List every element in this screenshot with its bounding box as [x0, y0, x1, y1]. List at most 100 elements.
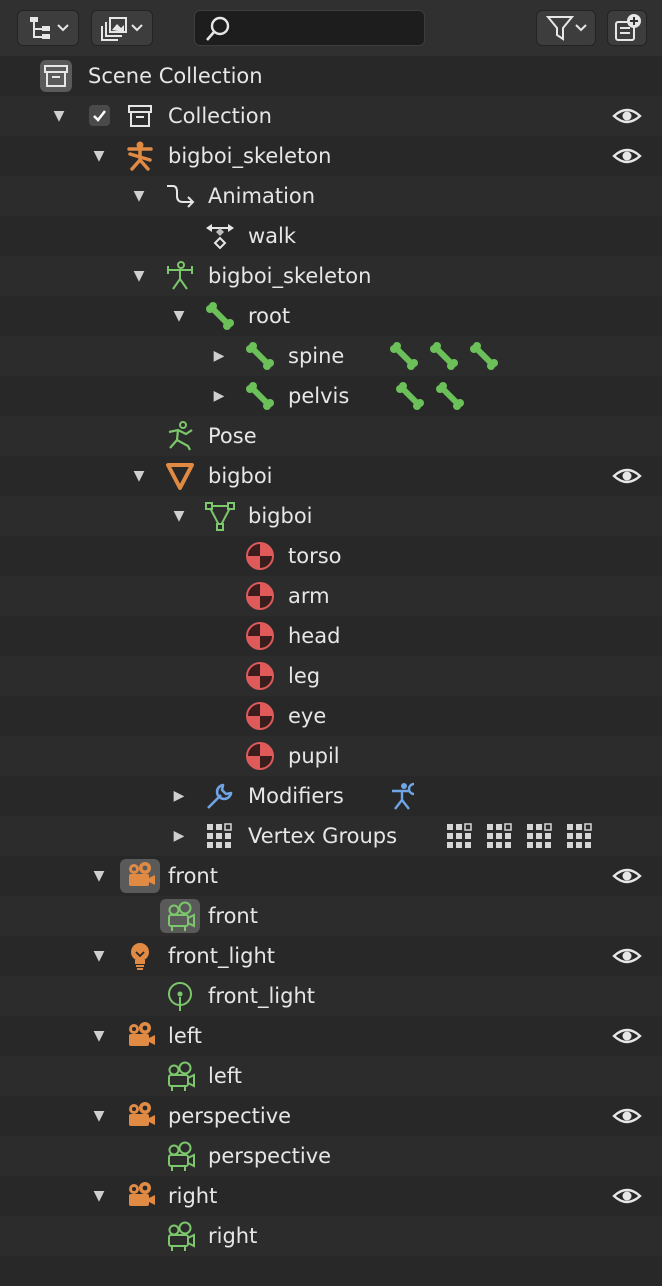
mesh-object-label: bigboi: [208, 464, 273, 488]
bone-row-root[interactable]: ▼ root: [0, 296, 662, 336]
eye-icon[interactable]: [612, 862, 642, 890]
camera-data-icon: [164, 1060, 196, 1092]
material-label: arm: [288, 584, 330, 608]
display-mode-dropdown[interactable]: [17, 10, 79, 46]
bone-label: root: [248, 304, 291, 328]
armature-modifier-icon[interactable]: [388, 780, 420, 812]
collapse-triangle-icon[interactable]: ▼: [89, 1016, 109, 1056]
collapse-triangle-icon[interactable]: ▼: [129, 176, 149, 216]
collapse-triangle-icon[interactable]: ▼: [89, 1176, 109, 1216]
collapse-triangle-icon[interactable]: ▼: [129, 256, 149, 296]
collapse-triangle-icon[interactable]: ▼: [49, 96, 69, 136]
material-row[interactable]: leg: [0, 656, 662, 696]
bone-row-spine[interactable]: ▶ spine: [0, 336, 662, 376]
material-row[interactable]: arm: [0, 576, 662, 616]
bone-row-pelvis[interactable]: ▶ pelvis: [0, 376, 662, 416]
collection-row[interactable]: ▼ Collection: [0, 96, 662, 136]
action-row[interactable]: walk: [0, 216, 662, 256]
scene-collection-row[interactable]: Scene Collection: [0, 56, 662, 96]
expand-triangle-icon[interactable]: ▶: [209, 336, 229, 376]
collapse-triangle-icon[interactable]: ▼: [129, 456, 149, 496]
collapse-triangle-icon[interactable]: ▼: [169, 296, 189, 336]
camera-object-label: right: [168, 1184, 218, 1208]
camera-object-icon: [120, 859, 160, 893]
collapse-triangle-icon[interactable]: ▼: [89, 136, 109, 176]
camera-data-row-front[interactable]: front: [0, 896, 662, 936]
camera-data-icon: [164, 1220, 196, 1252]
search-input[interactable]: [194, 10, 425, 46]
camera-data-row-right[interactable]: right: [0, 1216, 662, 1256]
new-collection-button[interactable]: [607, 10, 647, 46]
light-object-icon: [124, 940, 156, 972]
mesh-object-icon: [164, 460, 196, 492]
eye-icon[interactable]: [612, 1022, 642, 1050]
light-data-row[interactable]: front_light: [0, 976, 662, 1016]
camera-data-icon: [160, 899, 200, 933]
vertex-groups-row[interactable]: ▶ Vertex Groups: [0, 816, 662, 856]
outliner-display-mode-icon: [30, 17, 69, 39]
expand-triangle-icon[interactable]: ▶: [209, 376, 229, 416]
camera-data-row-left[interactable]: left: [0, 1056, 662, 1096]
eye-icon[interactable]: [612, 102, 642, 130]
filter-dropdown[interactable]: [536, 10, 596, 46]
expand-triangle-icon[interactable]: ▶: [169, 816, 189, 856]
material-icon: [244, 620, 276, 652]
bone-icon[interactable]: [468, 340, 500, 372]
eye-icon[interactable]: [612, 1102, 642, 1130]
material-icon: [244, 740, 276, 772]
image-stack-icon: [101, 17, 143, 41]
mesh-data-row[interactable]: ▼ bigboi: [0, 496, 662, 536]
action-label: walk: [248, 224, 297, 248]
collapse-triangle-icon[interactable]: ▼: [89, 856, 109, 896]
camera-object-icon: [124, 1180, 156, 1212]
material-label: torso: [288, 544, 342, 568]
filter-data-dropdown[interactable]: [91, 10, 153, 46]
material-row[interactable]: pupil: [0, 736, 662, 776]
vertex-group-icon[interactable]: [564, 820, 596, 852]
collapse-triangle-icon[interactable]: ▼: [89, 936, 109, 976]
armature-data-row[interactable]: ▼ bigboi_skeleton: [0, 256, 662, 296]
camera-object-label: perspective: [168, 1104, 292, 1128]
modifiers-row[interactable]: ▶ Modifiers: [0, 776, 662, 816]
armature-object-label: bigboi_skeleton: [168, 144, 332, 168]
eye-icon[interactable]: [612, 1182, 642, 1210]
child-bones: [394, 380, 466, 412]
camera-data-label: right: [208, 1224, 258, 1248]
eye-icon[interactable]: [612, 142, 642, 170]
material-row[interactable]: head: [0, 616, 662, 656]
armature-object-row[interactable]: ▼ bigboi_skeleton: [0, 136, 662, 176]
outliner-header: [0, 0, 662, 56]
camera-object-row-right[interactable]: ▼ right: [0, 1176, 662, 1216]
eye-icon[interactable]: [612, 462, 642, 490]
bone-label: pelvis: [288, 384, 350, 408]
scene-collection-icon: [40, 60, 72, 92]
vertex-group-icon[interactable]: [444, 820, 476, 852]
funnel-icon: [545, 16, 587, 41]
light-object-row[interactable]: ▼ front_light: [0, 936, 662, 976]
material-row[interactable]: eye: [0, 696, 662, 736]
bone-icon[interactable]: [388, 340, 420, 372]
camera-data-row-perspective[interactable]: perspective: [0, 1136, 662, 1176]
exclude-checkbox[interactable]: [89, 105, 110, 126]
material-row[interactable]: torso: [0, 536, 662, 576]
mesh-data-label: bigboi: [248, 504, 313, 528]
animation-row[interactable]: ▼ Animation: [0, 176, 662, 216]
vertex-group-icon[interactable]: [484, 820, 516, 852]
camera-object-row-front[interactable]: ▼ front: [0, 856, 662, 896]
bone-icon[interactable]: [428, 340, 460, 372]
bone-icon[interactable]: [394, 380, 426, 412]
camera-object-row-left[interactable]: ▼ left: [0, 1016, 662, 1056]
vertex-group-icon[interactable]: [524, 820, 556, 852]
bone-icon: [244, 380, 276, 412]
collapse-triangle-icon[interactable]: ▼: [89, 1096, 109, 1136]
camera-object-icon: [124, 1020, 156, 1052]
mesh-object-row[interactable]: ▼ bigboi: [0, 456, 662, 496]
pose-row[interactable]: Pose: [0, 416, 662, 456]
eye-icon[interactable]: [612, 942, 642, 970]
camera-data-icon: [164, 1140, 196, 1172]
camera-object-row-perspective[interactable]: ▼ perspective: [0, 1096, 662, 1136]
camera-data-label: left: [208, 1064, 243, 1088]
expand-triangle-icon[interactable]: ▶: [169, 776, 189, 816]
bone-icon[interactable]: [434, 380, 466, 412]
collapse-triangle-icon[interactable]: ▼: [169, 496, 189, 536]
